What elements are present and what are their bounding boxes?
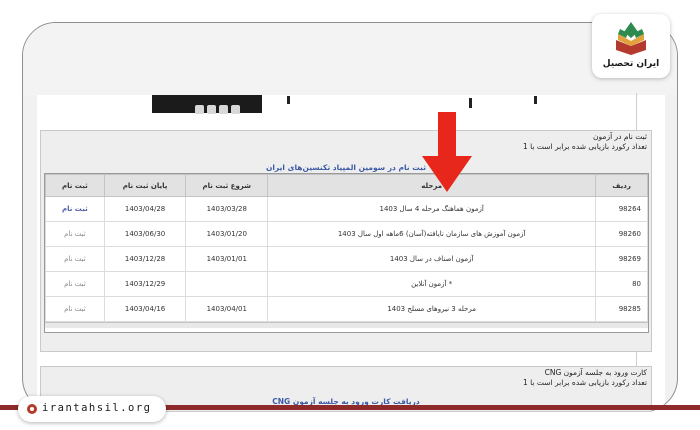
table-row: 98269 آزمون اصناف در سال 1403 1403/01/01… — [45, 246, 648, 272]
row-start-date: 1403/03/28 — [185, 196, 269, 222]
table-footer — [45, 322, 648, 328]
exam-table: ردیف مرحله شروع ثبت نام پایان ثبت نام ثب… — [44, 173, 649, 333]
book-emblem-icon — [616, 22, 646, 55]
row-stage: آزمون اصناف در سال 1403 — [267, 246, 597, 272]
record-count: تعداد رکورد بازیابی شده برابر است با 1 — [522, 142, 647, 151]
olympiad-registration-link[interactable]: ثبت نام در سومین المپیاد تکنسین‌های ایرا… — [41, 163, 651, 172]
row-end-date: 1403/12/29 — [103, 271, 187, 297]
column-header: ردیف — [595, 174, 648, 197]
red-arrow-icon — [422, 112, 472, 192]
site-url: irantahsil.org — [42, 402, 152, 414]
row-end-date: 1403/06/30 — [103, 221, 187, 247]
row-id: 98269 — [595, 246, 648, 272]
table-header-row: ردیف مرحله شروع ثبت نام پایان ثبت نام ثب… — [45, 174, 648, 197]
banner-icon[interactable] — [195, 105, 204, 114]
banner-icon[interactable] — [207, 105, 216, 114]
row-id: 98264 — [595, 196, 648, 222]
row-stage: * آزمون آنلاین — [267, 271, 597, 297]
column-header: پایان ثبت نام — [103, 174, 187, 197]
logo-text: ایران تحصیل — [602, 59, 660, 69]
table-row: 80 * آزمون آنلاین 1403/12/29 ثبت نام — [45, 271, 648, 297]
table-row: 98285 مرحله 3 نیروهای مسلح 1403 1403/04/… — [45, 296, 648, 322]
row-stage: مرحله 3 نیروهای مسلح 1403 — [267, 296, 597, 322]
register-link[interactable]: ثبت نام — [45, 271, 105, 297]
banner-decoration — [534, 96, 537, 104]
row-stage: آزمون آموزش های سازمان نایافته(آسان) 6ما… — [267, 221, 597, 247]
column-header: ثبت نام — [45, 174, 105, 197]
register-link[interactable]: ثبت نام — [45, 196, 105, 222]
record-count: تعداد رکورد بازیابی شده برابر است با 1 — [522, 378, 647, 387]
register-link[interactable]: ثبت نام — [45, 296, 105, 322]
row-stage: آزمون هماهنگ مرحله 4 سال 1403 — [267, 196, 597, 222]
row-start-date: 1403/01/01 — [185, 246, 269, 272]
location-pin-icon — [27, 404, 37, 414]
row-id: 80 — [595, 271, 648, 297]
column-header: شروع ثبت نام — [185, 174, 269, 197]
register-link[interactable]: ثبت نام — [45, 221, 105, 247]
row-id: 98285 — [595, 296, 648, 322]
banner-decoration — [469, 98, 472, 108]
site-badge: irantahsil.org — [18, 396, 166, 422]
exam-registration-panel: ثبت نام در آزمون تعداد رکورد بازیابی شده… — [40, 130, 652, 352]
row-start-date: 1403/04/01 — [185, 296, 269, 322]
banner-icons — [192, 99, 240, 118]
table-row: 98260 آزمون آموزش های سازمان نایافته(آسا… — [45, 221, 648, 247]
row-end-date: 1403/12/28 — [103, 246, 187, 272]
register-link[interactable]: ثبت نام — [45, 246, 105, 272]
row-start-date — [185, 271, 269, 297]
section-title: کارت ورود به جلسه آزمون CNG — [544, 368, 647, 377]
table-row: 98264 آزمون هماهنگ مرحله 4 سال 1403 1403… — [45, 196, 648, 222]
banner-decoration — [287, 96, 290, 104]
row-end-date: 1403/04/28 — [103, 196, 187, 222]
irantahsil-logo: ایران تحصیل — [592, 14, 670, 78]
header-banner — [152, 95, 262, 114]
top-grey-strip — [23, 23, 677, 95]
section-title: ثبت نام در آزمون — [593, 132, 647, 141]
row-start-date: 1403/01/20 — [185, 221, 269, 247]
row-id: 98260 — [595, 221, 648, 247]
banner-icon[interactable] — [219, 105, 228, 114]
row-end-date: 1403/04/16 — [103, 296, 187, 322]
banner-icon[interactable] — [231, 105, 240, 114]
